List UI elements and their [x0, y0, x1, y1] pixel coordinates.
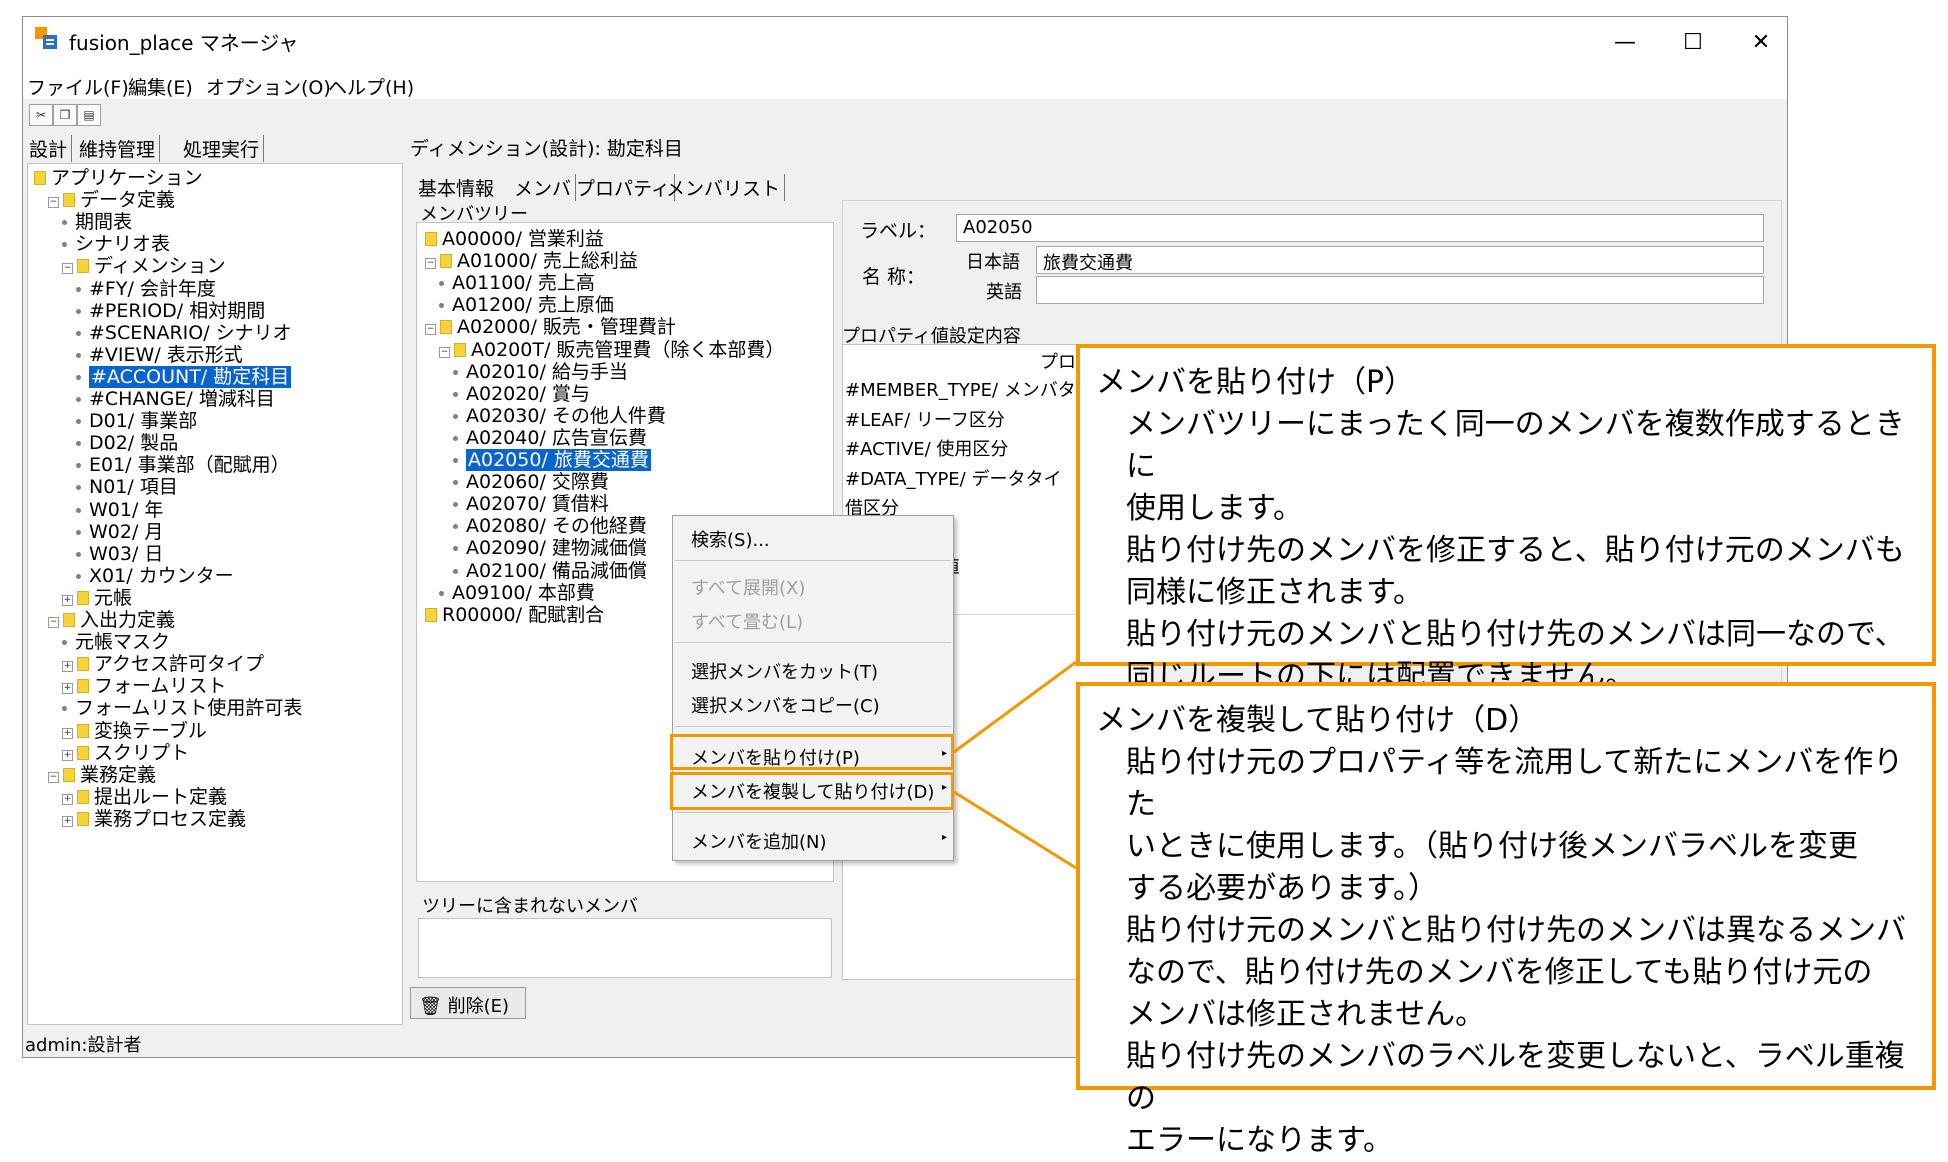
callout-dup-line: なので、貼り付け先のメンバを修正しても貼り付け元の: [1126, 955, 1873, 990]
callout-dup-line: する必要があります。）: [1126, 871, 1438, 906]
callout-paste-line: メンバツリーにまったく同一のメンバを複数作成するときに: [1126, 407, 1905, 484]
callout-dup-line: 貼り付け元のプロパティ等を流用して新たにメンバを作りた: [1126, 745, 1904, 822]
callout-paste-line: 同様に修正されます。: [1126, 575, 1423, 610]
callout-paste-title: メンバを貼り付け（P）: [1096, 365, 1415, 400]
callout-dup-line: いときに使用します。（貼り付け後メンバラベルを変更: [1126, 829, 1858, 864]
callout-dup-line: 貼り付け先のメンバのラベルを変更しないと、ラベル重複の: [1126, 1039, 1905, 1116]
callout-paste-line: 使用します。: [1126, 491, 1303, 526]
callout-duplicate-paste: メンバを複製して貼り付け（D） 貼り付け元のプロパティ等を流用して新たにメンバを…: [1076, 682, 1936, 1158]
callout-paste-line: 貼り付け元のメンバと貼り付け先のメンバは同一なので、: [1126, 617, 1905, 652]
callout-paste-line: 貼り付け先のメンバを修正すると、貼り付け元のメンバも: [1126, 533, 1905, 568]
callout-dup-title: メンバを複製して貼り付け（D）: [1096, 703, 1539, 738]
callout-paste: メンバを貼り付け（P） メンバツリーにまったく同一のメンバを複数作成するときに …: [1076, 344, 1936, 694]
callout-dup-line: エラーになります。: [1126, 1123, 1393, 1158]
callout-dup-line: 貼り付け元のメンバと貼り付け先のメンバは異なるメンバ: [1126, 913, 1906, 948]
callout-dup-line: メンバは修正されません。: [1126, 997, 1486, 1032]
